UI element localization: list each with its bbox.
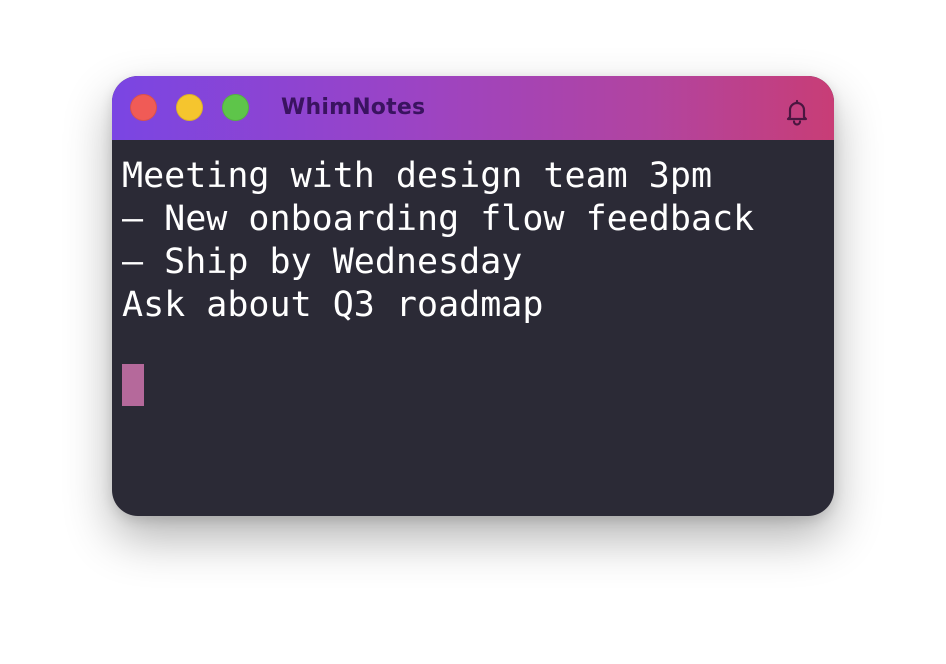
app-window: WhimNotes Meeting with design team 3pm –…: [112, 76, 834, 516]
app-title: WhimNotes: [281, 95, 426, 120]
bell-icon[interactable]: [782, 96, 812, 126]
text-cursor: [122, 364, 144, 406]
minimize-button[interactable]: [176, 94, 203, 121]
title-bar[interactable]: WhimNotes: [112, 76, 834, 140]
desktop-background: WhimNotes Meeting with design team 3pm –…: [0, 0, 946, 664]
zoom-button[interactable]: [222, 94, 249, 121]
close-button[interactable]: [130, 94, 157, 121]
note-line: – New onboarding flow feedback: [122, 199, 755, 239]
note-line: Meeting with design team 3pm: [122, 156, 713, 196]
note-editor[interactable]: Meeting with design team 3pm – New onboa…: [122, 155, 824, 495]
note-line: – Ship by Wednesday: [122, 242, 523, 282]
note-line: Ask about Q3 roadmap: [122, 285, 544, 325]
note-line: [122, 327, 824, 370]
